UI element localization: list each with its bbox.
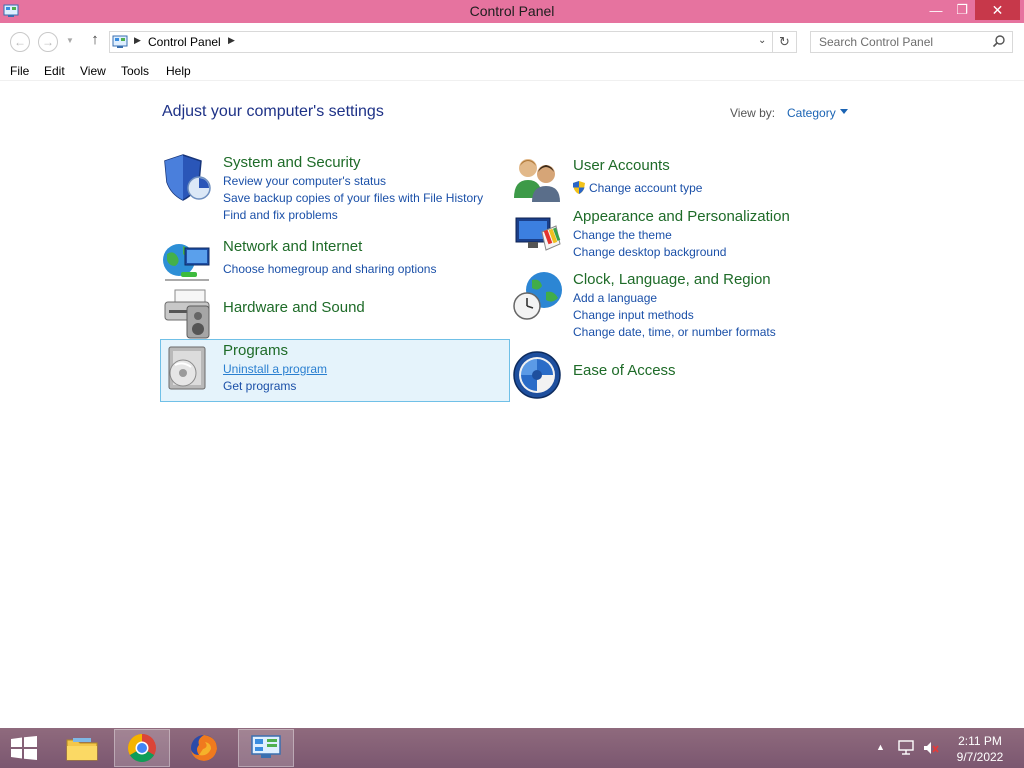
title-bar: Control Panel — ❐ ✕ <box>0 0 1024 23</box>
close-button[interactable]: ✕ <box>975 0 1020 20</box>
users-icon[interactable] <box>512 152 564 204</box>
category-hardware-and-sound[interactable]: Hardware and Sound <box>223 299 365 316</box>
search-icon[interactable] <box>992 34 1006 48</box>
category-network-and-internet[interactable]: Network and Internet <box>223 238 362 255</box>
link-file-history-backup[interactable]: Save backup copies of your files with Fi… <box>223 191 483 205</box>
menu-file[interactable]: File <box>10 64 29 78</box>
chrome-icon <box>128 734 156 762</box>
shield-icon[interactable] <box>161 152 213 204</box>
view-by-dropdown[interactable]: Category <box>787 106 836 120</box>
monitor-palette-icon[interactable] <box>512 210 564 262</box>
category-ease-of-access[interactable]: Ease of Access <box>573 362 676 379</box>
menu-view[interactable]: View <box>80 64 106 78</box>
category-user-accounts[interactable]: User Accounts <box>573 157 670 174</box>
show-hidden-icons-icon[interactable]: ▲ <box>876 742 885 752</box>
link-uninstall-program[interactable]: Uninstall a program <box>223 362 327 376</box>
up-button[interactable]: ↑ <box>86 31 104 51</box>
forward-button[interactable]: → <box>38 32 58 52</box>
clock-globe-icon[interactable] <box>512 270 564 322</box>
taskbar-control-panel[interactable] <box>238 729 294 767</box>
recent-locations-dropdown[interactable]: ▼ <box>66 36 76 46</box>
page-title: Adjust your computer's settings <box>162 103 384 120</box>
dropdown-caret-icon[interactable] <box>840 109 848 114</box>
clock-time[interactable]: 2:11 PM <box>948 734 1012 748</box>
firefox-icon <box>191 735 217 761</box>
control-panel-icon <box>251 735 281 758</box>
folder-icon <box>66 738 98 761</box>
network-globe-icon[interactable] <box>161 236 213 288</box>
category-programs[interactable]: Programs <box>223 342 288 359</box>
control-panel-icon <box>112 35 128 48</box>
link-find-fix-problems[interactable]: Find and fix problems <box>223 208 338 222</box>
arrow-left-icon: ← <box>14 35 26 49</box>
maximize-button[interactable]: ❐ <box>947 0 977 20</box>
link-review-computer-status[interactable]: Review your computer's status <box>223 174 386 188</box>
arrow-right-icon: → <box>42 35 54 49</box>
taskbar-firefox[interactable] <box>176 729 232 767</box>
menu-edit[interactable]: Edit <box>44 64 65 78</box>
arrow-up-icon: ↑ <box>91 31 99 48</box>
search-input[interactable] <box>811 32 991 52</box>
refresh-icon: ↻ <box>779 34 790 49</box>
taskbar-file-explorer[interactable] <box>54 729 110 767</box>
category-system-and-security[interactable]: System and Security <box>223 154 361 171</box>
menu-help[interactable]: Help <box>166 64 191 78</box>
window-title: Control Panel <box>469 3 555 19</box>
taskbar: ▲ 2:11 PM 9/7/2022 <box>0 728 1024 768</box>
address-bar[interactable]: ▶ Control Panel ▶ ⌄ <box>109 31 773 53</box>
category-clock-language-region[interactable]: Clock, Language, and Region <box>573 271 771 288</box>
clock-date[interactable]: 9/7/2022 <box>948 750 1012 764</box>
programs-disc-icon[interactable] <box>161 343 213 395</box>
network-status-icon[interactable] <box>897 739 915 757</box>
ease-of-access-icon[interactable] <box>512 350 564 402</box>
taskbar-chrome[interactable] <box>114 729 170 767</box>
windows-start-icon[interactable] <box>10 736 38 760</box>
menu-tools[interactable]: Tools <box>121 64 149 78</box>
link-get-programs[interactable]: Get programs <box>223 379 296 393</box>
address-history-chevron-icon[interactable]: ⌄ <box>758 35 766 46</box>
back-button[interactable]: ← <box>10 32 30 52</box>
link-change-date-time-formats[interactable]: Change date, time, or number formats <box>573 325 776 339</box>
link-change-theme[interactable]: Change the theme <box>573 228 672 242</box>
printer-speaker-icon[interactable] <box>161 288 213 340</box>
menu-bar: File Edit View Tools Help <box>0 60 1024 81</box>
link-add-language[interactable]: Add a language <box>573 291 657 305</box>
link-change-account-type[interactable]: Change account type <box>589 181 702 195</box>
view-by-label: View by: <box>730 106 776 120</box>
breadcrumb-chevron-icon[interactable]: ▶ <box>228 35 235 46</box>
breadcrumb-chevron-icon[interactable]: ▶ <box>134 35 141 46</box>
link-change-input-methods[interactable]: Change input methods <box>573 308 694 322</box>
navigation-bar: ← → ▼ ↑ ▶ Control Panel ▶ ⌄ ↻ <box>0 23 1024 60</box>
category-appearance-and-personalization[interactable]: Appearance and Personalization <box>573 208 790 225</box>
link-homegroup-sharing[interactable]: Choose homegroup and sharing options <box>223 262 436 276</box>
link-change-desktop-background[interactable]: Change desktop background <box>573 245 726 259</box>
refresh-button[interactable]: ↻ <box>773 31 797 53</box>
breadcrumb-control-panel[interactable]: Control Panel <box>148 35 221 49</box>
uac-shield-icon <box>573 181 585 194</box>
volume-muted-icon[interactable] <box>922 739 940 757</box>
search-box[interactable] <box>810 31 1013 53</box>
